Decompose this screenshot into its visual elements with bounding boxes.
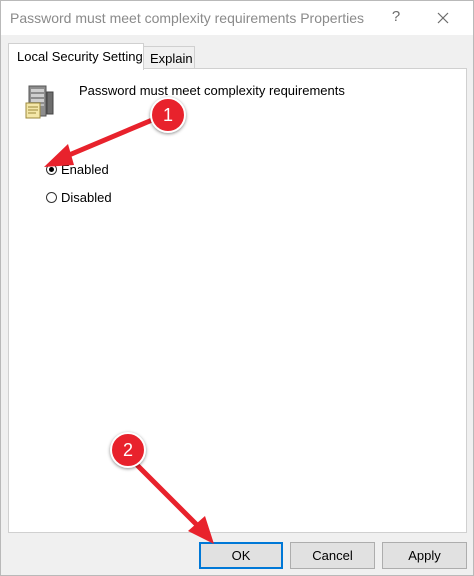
policy-server-icon xyxy=(25,82,57,120)
enabled-label[interactable]: Enabled xyxy=(61,162,109,177)
apply-button[interactable]: Apply xyxy=(382,542,467,569)
properties-dialog: Password must meet complexity requiremen… xyxy=(0,0,474,576)
cancel-button[interactable]: Cancel xyxy=(290,542,375,569)
annotation-marker-1: 1 xyxy=(150,97,186,133)
disabled-option[interactable]: Disabled xyxy=(46,188,112,206)
disabled-radio[interactable] xyxy=(46,191,57,203)
close-icon[interactable] xyxy=(432,7,454,29)
disabled-label[interactable]: Disabled xyxy=(61,190,112,205)
tab-explain[interactable]: Explain xyxy=(143,46,195,69)
policy-title: Password must meet complexity requiremen… xyxy=(79,83,345,98)
tab-local-security-setting[interactable]: Local Security Setting xyxy=(8,43,144,70)
enabled-option[interactable]: Enabled xyxy=(46,160,109,178)
tab-strip: Local Security Setting Explain xyxy=(1,35,473,70)
title-bar[interactable]: Password must meet complexity requiremen… xyxy=(1,1,473,35)
window-title: Password must meet complexity requiremen… xyxy=(10,10,365,26)
ok-button[interactable]: OK xyxy=(199,542,283,569)
annotation-marker-2: 2 xyxy=(110,432,146,468)
settings-panel: Password must meet complexity requiremen… xyxy=(8,68,467,533)
enabled-radio[interactable] xyxy=(46,163,57,175)
help-icon[interactable]: ? xyxy=(386,8,406,25)
